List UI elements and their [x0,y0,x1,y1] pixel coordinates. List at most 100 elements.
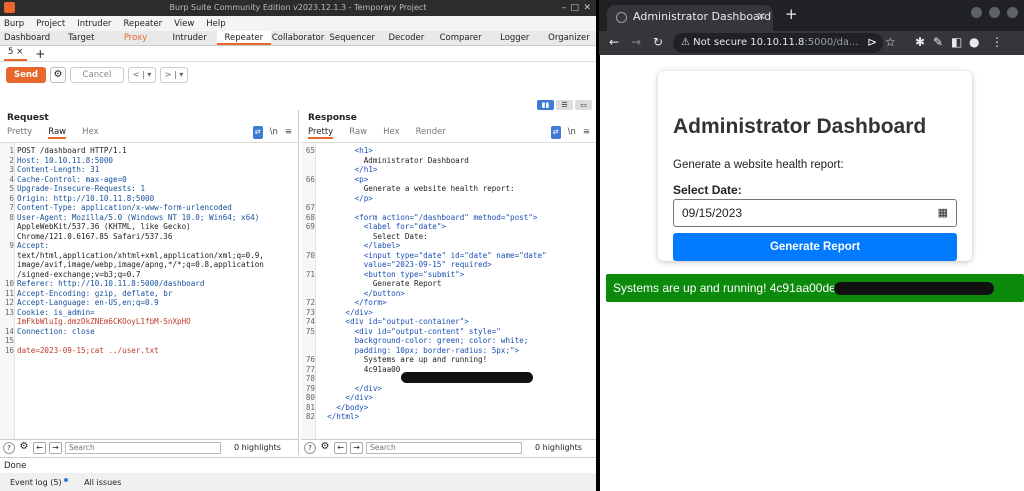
star-icon[interactable]: ☆ [885,35,896,49]
forward-button[interactable]: > | ▾ [160,67,188,83]
back-button[interactable]: < | ▾ [128,67,156,83]
request-searchbar: ? ⚙ ← → 0 highlights [0,439,298,455]
request-search-input[interactable] [65,441,221,454]
close-window-icon[interactable] [1007,7,1018,18]
new-tab-icon[interactable]: + [785,5,798,23]
calendar-icon[interactable]: ▦ [938,200,948,226]
reload-icon[interactable]: ↻ [653,35,663,49]
more-icon[interactable]: ⋮ [991,35,1003,49]
help-icon[interactable]: ? [3,441,15,454]
minimize-icon[interactable] [971,7,982,18]
request-editor[interactable]: 1 POST /dashboard HTTP/1.1 2 Host: 10.10.11… [0,142,298,439]
tab-decoder[interactable]: Decoder [379,31,433,45]
split-horizontal-icon[interactable]: ▮▮ [537,100,554,110]
response-editor[interactable]: 65 <h1> Administrator Dashboard </h1> 66 … [301,142,596,439]
response-code-line: <h1> [318,146,373,155]
date-value: 09/15/2023 [682,206,743,220]
request-line-number: 11 [4,288,14,298]
pretty-print-icon[interactable]: ⇄ [550,126,561,139]
prev-match-icon[interactable]: ← [33,441,46,454]
back-label: < [132,70,140,79]
menu-help[interactable]: Help [206,19,225,29]
response-code-line: Administrator Dashboard [318,155,469,165]
sidebar-icon[interactable]: ◧ [951,35,962,49]
profile-icon[interactable]: ● [969,35,979,49]
repeater-subtabs: 5 × + [0,46,596,62]
settings-icon[interactable]: ⚙ [18,441,30,454]
menu-burp[interactable]: Burp [4,19,24,29]
tab-dashboard[interactable]: Dashboard [0,31,54,45]
maximize-icon[interactable]: □ [570,0,579,16]
tab-comparer[interactable]: Comparer [434,31,488,45]
generate-report-button[interactable]: Generate Report [673,233,957,261]
close-icon[interactable]: ✕ [583,0,591,16]
tab-sequencer[interactable]: Sequencer [325,31,379,45]
close-tab-icon[interactable]: × [16,47,23,57]
tab-collaborator[interactable]: Collaborator [271,31,325,45]
response-code-line: Generate a website health report: [318,184,515,193]
response-line-number: 76 [305,355,315,364]
tabs-layout-icon[interactable]: ▭ [575,100,592,110]
menu-icon[interactable]: ≡ [583,126,590,139]
request-code-line: Chrome/121.0.6167.85 Safari/537.36 [17,231,173,241]
response-tab-render[interactable]: Render [416,126,446,139]
tab-logger[interactable]: Logger [488,31,542,45]
burp-logo-icon [4,2,15,13]
pretty-print-icon[interactable]: ⇄ [252,126,263,139]
response-code-line: value="2023-09-15" required> [318,260,492,269]
event-log-link[interactable]: Event log (5) [10,477,69,487]
menu-repeater[interactable]: Repeater [123,19,162,29]
tab-target[interactable]: Target [54,31,108,45]
tab-intruder[interactable]: Intruder [163,31,217,45]
response-search-input[interactable] [366,441,522,454]
request-tab-raw[interactable]: Raw [48,126,67,139]
response-code-line: </html> [318,412,360,421]
cancel-button[interactable]: Cancel [70,67,124,83]
next-match-icon[interactable]: → [49,441,62,454]
request-tab-hex[interactable]: Hex [82,126,99,139]
request-line-number: 8 [9,212,14,222]
address-bar[interactable]: ⚠ Not secure 10.10.11.8:5000/da... [673,33,883,53]
repeater-tab[interactable]: 5 × [4,46,28,61]
burp-menubar: Burp Project Intruder Repeater View Help [0,16,596,31]
request-code-line: Connection: close [17,326,95,336]
date-input[interactable]: 09/15/2023 ▦ [673,199,957,227]
help-icon[interactable]: ? [304,441,316,454]
menu-icon[interactable]: ≡ [285,126,292,139]
tab-organizer[interactable]: Organizer [542,31,596,45]
extensions-icon[interactable]: ✱ [915,35,925,49]
request-code-line: Origin: http://10.10.11.8:5000 [17,193,155,203]
close-tab-icon[interactable]: ✕ [757,5,766,29]
menu-view[interactable]: View [174,19,194,29]
send-to-device-icon[interactable]: ⊳ [867,35,877,49]
tab-repeater[interactable]: Repeater [216,31,271,45]
send-button[interactable]: Send [6,67,46,83]
next-match-icon[interactable]: → [350,441,363,454]
response-code-line: Generate Report [318,279,442,288]
browser-tab[interactable]: Administrator Dashboard ✕ [607,5,773,31]
newline-icon[interactable]: \n [568,126,576,139]
response-code-line: <label for="date"> [318,222,447,231]
response-code-line: Systems are up and running! [318,355,488,364]
back-arrow-icon[interactable]: ← [609,35,619,49]
edit-icon[interactable]: ✎ [933,35,943,49]
all-issues-link[interactable]: All issues [84,478,121,487]
add-tab-icon[interactable]: + [35,47,45,61]
request-code-line: Host: 10.10.11.8:5000 [17,155,114,165]
forward-arrow-icon[interactable]: → [631,35,641,49]
response-tab-hex[interactable]: Hex [383,126,400,139]
response-code-line: </p> [318,193,373,203]
gear-icon[interactable]: ⚙ [50,67,66,83]
menu-intruder[interactable]: Intruder [77,19,111,29]
prev-match-icon[interactable]: ← [334,441,347,454]
response-tab-raw[interactable]: Raw [349,126,367,139]
request-tab-pretty[interactable]: Pretty [7,126,32,139]
settings-icon[interactable]: ⚙ [319,441,331,454]
split-vertical-icon[interactable]: ☰ [556,100,573,110]
response-tab-pretty[interactable]: Pretty [308,126,334,139]
maximize-icon[interactable] [989,7,1000,18]
newline-icon[interactable]: \n [270,126,278,139]
tab-proxy[interactable]: Proxy [108,31,162,45]
minimize-icon[interactable]: – [562,0,567,16]
menu-project[interactable]: Project [36,19,65,29]
